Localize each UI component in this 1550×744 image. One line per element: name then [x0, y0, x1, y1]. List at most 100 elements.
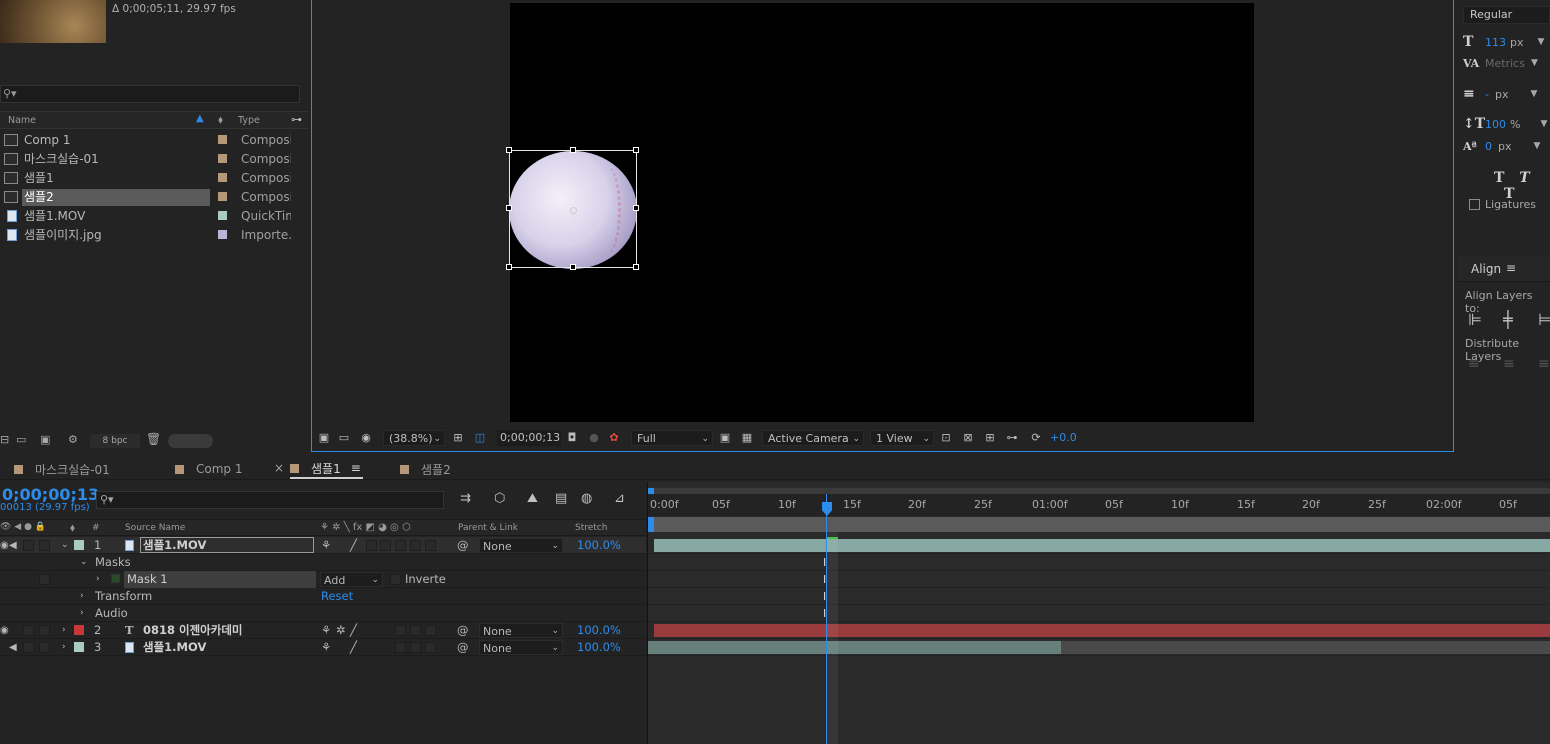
transform-handle[interactable]	[570, 264, 576, 270]
preview-icon[interactable]: ▣	[317, 431, 331, 444]
bit-depth-button[interactable]: 8 bpc	[90, 434, 140, 448]
project-item[interactable]: Comp 1 Composi	[0, 131, 291, 150]
switch-box[interactable]	[410, 625, 421, 636]
monitor-icon[interactable]: ▭	[337, 431, 351, 444]
trash-icon[interactable]: 🗑	[146, 432, 161, 446]
chevron-down-icon[interactable]: ▼	[1534, 141, 1541, 151]
layer-label-color[interactable]	[74, 642, 84, 652]
fast-draft-icon[interactable]: ⊠	[961, 431, 975, 444]
layer-2-duration-bar[interactable]	[654, 624, 1550, 637]
kerning-value[interactable]: Metrics	[1485, 57, 1525, 70]
faux-italic-button[interactable]: T	[1519, 170, 1529, 186]
shy-layers-icon[interactable]: ⛰	[527, 491, 538, 506]
audio-speaker-icon[interactable]: ◀	[9, 639, 17, 656]
flowchart-icon[interactable]: ⊶	[1005, 431, 1019, 444]
transform-handle[interactable]	[506, 147, 512, 153]
distribute-top-icon[interactable]: ≡	[1468, 356, 1480, 372]
project-item[interactable]: 샘플이미지.jpg Importe..	[0, 226, 291, 245]
chevron-right-icon[interactable]: ›	[62, 622, 66, 639]
layer-3-duration-bar[interactable]	[648, 641, 1061, 654]
fast-preview-icon[interactable]: ▣	[718, 431, 732, 444]
layer-1-track[interactable]	[648, 537, 1550, 554]
current-time-indicator-line[interactable]	[826, 494, 827, 744]
layer-search-input[interactable]: ⚲▾	[96, 491, 444, 509]
layer-2-track[interactable]	[648, 622, 1550, 639]
label-color-swatch[interactable]	[218, 173, 227, 182]
tab-sample-2[interactable]: 샘플2	[400, 459, 451, 479]
project-item[interactable]: 샘플1.MOV QuickTim	[0, 207, 291, 226]
solo-toggle[interactable]	[23, 540, 34, 551]
transform-group-row[interactable]: › Transform Reset	[0, 588, 646, 605]
lock-toggle[interactable]	[39, 642, 50, 653]
tab-mask-practice[interactable]: 마스크실습-01	[14, 459, 110, 479]
label-color-swatch[interactable]	[218, 154, 227, 163]
graph-editor-icon[interactable]: ⊿	[614, 491, 625, 506]
sort-up-icon[interactable]: ▲	[196, 113, 204, 124]
type-column-header[interactable]: Type	[238, 115, 260, 126]
audio-speaker-icon[interactable]: ◀	[9, 537, 17, 554]
new-folder-icon[interactable]: ▭	[16, 433, 26, 446]
chevron-down-icon[interactable]: ▼	[1538, 37, 1545, 47]
solo-toggle[interactable]	[23, 625, 34, 636]
composition-flowchart-icon[interactable]: ⇉	[460, 491, 471, 506]
chevron-down-icon[interactable]: ⌄	[61, 537, 69, 554]
layer-3-track[interactable]	[648, 639, 1550, 656]
align-left-icon[interactable]: ⊫	[1468, 310, 1482, 329]
label-tag-icon[interactable]: ⬧	[70, 521, 75, 535]
faux-bold-button[interactable]: T	[1494, 170, 1504, 186]
label-color-swatch[interactable]	[218, 135, 227, 144]
layer-row[interactable]: ◉ › 2 T 0818 이젠아카데미 ⚘ ✲ ╱ @ None ⌄ 100.0%	[0, 622, 646, 639]
label-color-swatch[interactable]	[218, 192, 227, 201]
switch-box[interactable]	[395, 625, 406, 636]
resolution-dropdown[interactable]: Full ⌄	[631, 430, 713, 446]
stretch-value[interactable]: 100.0%	[577, 537, 621, 554]
label-color-swatch[interactable]	[218, 211, 227, 220]
font-size-value[interactable]: 113	[1485, 36, 1506, 49]
chevron-right-icon[interactable]: ›	[96, 571, 100, 588]
reset-transform-link[interactable]: Reset	[321, 588, 353, 605]
switch-box[interactable]	[410, 540, 421, 551]
transform-handle[interactable]	[633, 205, 639, 211]
shy-switch-icon[interactable]: ⚘	[321, 622, 331, 639]
mask-mode-dropdown[interactable]: Add ⌄	[320, 572, 383, 587]
timeline-icon[interactable]: ⊞	[983, 431, 997, 444]
masks-group-row[interactable]: ⌄ Masks	[0, 554, 646, 571]
reset-exposure-icon[interactable]: ⟳	[1029, 431, 1043, 444]
pick-whip-icon[interactable]: @	[457, 537, 469, 554]
chevron-down-icon[interactable]: ▼	[1531, 58, 1538, 68]
pick-whip-icon[interactable]: @	[457, 639, 469, 656]
audio-group-row[interactable]: › Audio	[0, 605, 646, 622]
panel-menu-icon[interactable]: ≡	[1506, 261, 1516, 275]
thumbnail-size-slider[interactable]	[168, 434, 213, 448]
video-eye-icon[interactable]: ◉	[0, 537, 9, 554]
transform-handle[interactable]	[633, 264, 639, 270]
align-horizontal-center-icon[interactable]: ╪	[1503, 310, 1513, 329]
anchor-point[interactable]	[570, 207, 577, 214]
transform-handle[interactable]	[506, 205, 512, 211]
label-color-swatch[interactable]	[218, 230, 227, 239]
distribute-bottom-icon[interactable]: ≡	[1538, 356, 1550, 372]
name-column-header[interactable]: Name	[8, 115, 36, 126]
mask-visibility-icon[interactable]: ◉	[359, 431, 373, 444]
motion-blur-icon[interactable]: ◍	[581, 491, 592, 506]
layer-label-color[interactable]	[74, 540, 84, 550]
switch-box[interactable]	[395, 642, 406, 653]
lock-toggle[interactable]	[39, 625, 50, 636]
chevron-right-icon[interactable]: ›	[62, 639, 66, 656]
lock-toggle[interactable]	[39, 574, 50, 585]
parent-dropdown[interactable]: None ⌄	[479, 640, 563, 655]
baseline-shift-value[interactable]: 0	[1485, 140, 1492, 153]
project-item-selected[interactable]: 샘플2 Composi	[0, 188, 291, 207]
lock-toggle[interactable]	[39, 540, 50, 551]
layer-name[interactable]: 샘플1.MOV	[143, 639, 206, 656]
work-area-start-handle[interactable]	[648, 517, 654, 532]
quality-switch-icon[interactable]: ╱	[350, 622, 357, 639]
chevron-right-icon[interactable]: ›	[80, 588, 84, 605]
timeline-track-area[interactable]: 0:00f 05f 10f 15f 20f 25f 01:00f 05f 10f…	[647, 482, 1550, 744]
camera-snapshot-icon[interactable]: ◘	[565, 431, 579, 444]
mask-name[interactable]: Mask 1	[124, 571, 316, 588]
stretch-value[interactable]: 100.0%	[577, 639, 621, 656]
pixel-aspect-icon[interactable]: ⊡	[939, 431, 953, 444]
switch-box[interactable]	[380, 540, 391, 551]
ligatures-checkbox[interactable]	[1469, 199, 1480, 210]
